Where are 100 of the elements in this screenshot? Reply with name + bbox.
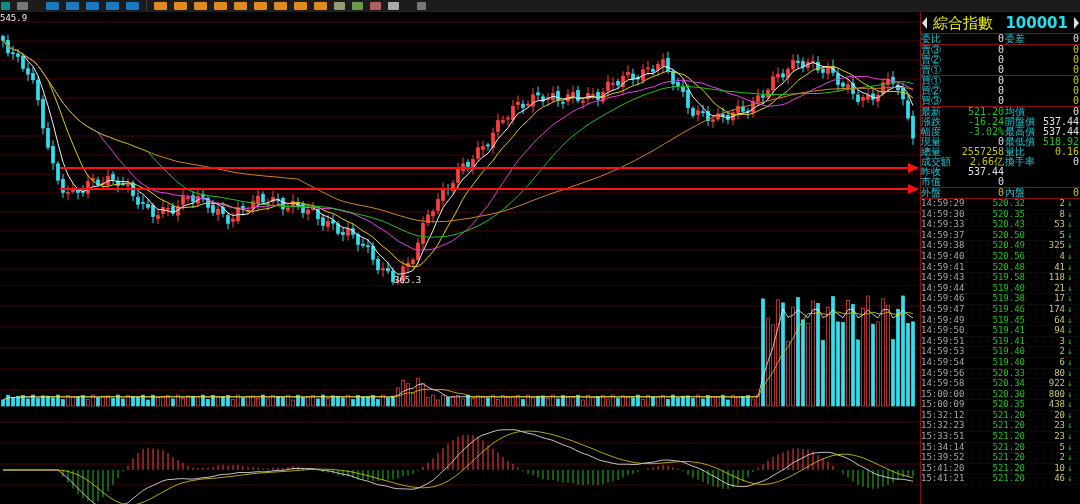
quote-label: 開盤價 bbox=[1005, 117, 1036, 127]
quote-value: 0 bbox=[1071, 76, 1079, 86]
index-name: 綜合指數 bbox=[933, 13, 993, 32]
quote-value: 0 bbox=[1071, 55, 1079, 65]
trade-time: 15:00:09 bbox=[921, 400, 966, 410]
trade-price: 520.48 bbox=[991, 262, 1025, 273]
toolbar-button[interactable] bbox=[66, 1, 79, 10]
trade-direction: ↓ bbox=[1066, 347, 1074, 357]
trade-time: 15:41:20 bbox=[921, 463, 966, 474]
quote-label: 內盤 bbox=[1005, 188, 1026, 198]
quote-label: 現量 bbox=[921, 137, 942, 147]
toolbar-button[interactable] bbox=[194, 1, 207, 10]
trade-time: 14:59:51 bbox=[921, 336, 966, 347]
toolbar-button[interactable] bbox=[214, 1, 227, 10]
trade-volume: 5 bbox=[1058, 230, 1065, 241]
quote-value: 0 bbox=[996, 55, 1004, 65]
quote-value: 0 bbox=[996, 65, 1004, 75]
trade-time: 14:59:43 bbox=[921, 273, 966, 283]
trade-volume: 8 bbox=[1058, 209, 1065, 220]
quote-value: 0 bbox=[996, 76, 1004, 86]
trade-price: 521.20 bbox=[991, 453, 1025, 463]
trade-price: 520.50 bbox=[991, 230, 1025, 241]
trade-direction: ↓ bbox=[1066, 389, 1074, 400]
quote-value: 0 bbox=[996, 34, 1004, 44]
quote-label: 幅度 bbox=[921, 127, 942, 137]
trade-volume: 438 bbox=[1047, 400, 1065, 410]
trade-direction: ↓ bbox=[1066, 294, 1074, 304]
toolbar-button[interactable] bbox=[370, 1, 381, 10]
toolbar-button[interactable] bbox=[1, 1, 10, 10]
quote-label: 換手率 bbox=[1005, 157, 1036, 167]
toolbar-button[interactable] bbox=[174, 1, 187, 10]
trade-direction: ↓ bbox=[1066, 463, 1074, 474]
trade-time: 14:59:37 bbox=[921, 230, 966, 241]
quote-value: 521.20 bbox=[966, 107, 1004, 117]
toolbar-button[interactable] bbox=[234, 1, 247, 10]
toolbar-button[interactable] bbox=[314, 1, 327, 10]
quote-value: 0 bbox=[1071, 188, 1079, 198]
trade-direction: ↓ bbox=[1066, 209, 1074, 220]
high-price-label: 545.9 bbox=[0, 13, 28, 23]
trade-volume: 118 bbox=[1047, 273, 1065, 283]
trade-time: 14:59:50 bbox=[921, 326, 966, 336]
trade-volume: 64 bbox=[1053, 315, 1065, 326]
toolbar-button[interactable] bbox=[294, 1, 307, 10]
toolbar-button[interactable] bbox=[126, 1, 139, 10]
trade-volume: 922 bbox=[1047, 379, 1065, 389]
toolbar-button[interactable] bbox=[86, 1, 99, 10]
quote-value: 0 bbox=[996, 177, 1004, 187]
trade-price: 520.34 bbox=[991, 379, 1025, 389]
quote-value: 0 bbox=[1071, 157, 1079, 167]
trade-time: 15:32:12 bbox=[921, 410, 966, 421]
toolbar-button[interactable] bbox=[254, 1, 267, 10]
trade-price: 519.45 bbox=[991, 315, 1025, 326]
toolbar-button[interactable] bbox=[46, 1, 59, 10]
trade-volume: 3 bbox=[1058, 336, 1065, 347]
low-price-label: 365.3 bbox=[394, 275, 422, 285]
toolbar-button[interactable] bbox=[334, 1, 345, 10]
toolbar-button[interactable] bbox=[388, 1, 399, 10]
quote-label: 量比 bbox=[1005, 147, 1025, 157]
quote-value: 0 bbox=[996, 86, 1004, 96]
trade-time: 14:59:33 bbox=[921, 220, 966, 230]
trade-price: 520.30 bbox=[991, 389, 1025, 400]
toolbar-button[interactable] bbox=[352, 1, 363, 10]
quote-value: 0 bbox=[1071, 45, 1079, 55]
quote-label: 最新 bbox=[921, 107, 942, 117]
quote-label: 漲跌 bbox=[921, 117, 942, 127]
quote-label: 昨收 bbox=[921, 167, 941, 177]
previous-arrow-icon[interactable] bbox=[922, 16, 927, 29]
trade-time: 15:00:00 bbox=[921, 389, 966, 400]
toolbar-button[interactable] bbox=[17, 1, 28, 10]
toolbar-button[interactable] bbox=[154, 1, 167, 10]
index-code: 100001 bbox=[1005, 13, 1068, 32]
quote-label: 賣② bbox=[921, 55, 942, 65]
trade-price: 519.40 bbox=[991, 283, 1025, 294]
trade-volume: 2 bbox=[1058, 453, 1065, 463]
quote-value: 0 bbox=[996, 188, 1004, 198]
trade-time: 14:59:41 bbox=[921, 262, 966, 273]
trade-price: 520.33 bbox=[991, 368, 1025, 379]
trade-time: 14:59:49 bbox=[921, 315, 966, 326]
trade-price: 520.49 bbox=[991, 241, 1025, 251]
trade-time: 14:59:40 bbox=[921, 251, 966, 262]
trade-price: 521.20 bbox=[991, 474, 1025, 485]
toolbar-button[interactable] bbox=[417, 1, 426, 10]
toolbar-button[interactable] bbox=[274, 1, 287, 10]
trade-volume: 80 bbox=[1053, 368, 1065, 379]
quote-label: 成交額 bbox=[921, 157, 952, 167]
trade-price: 519.40 bbox=[991, 357, 1025, 368]
trade-price: 521.20 bbox=[991, 463, 1025, 474]
trade-time: 14:59:38 bbox=[921, 241, 966, 251]
trade-time: 14:59:56 bbox=[921, 368, 966, 379]
trade-volume: 2 bbox=[1058, 199, 1065, 209]
trade-volume: 10 bbox=[1053, 463, 1065, 474]
trade-price: 521.20 bbox=[991, 410, 1025, 421]
trade-volume: 21 bbox=[1053, 283, 1065, 294]
quote-value: 0 bbox=[996, 137, 1004, 147]
trade-time: 14:59:53 bbox=[921, 347, 966, 357]
toolbar-button[interactable] bbox=[106, 1, 119, 10]
trade-price: 519.58 bbox=[991, 273, 1025, 283]
trade-time: 14:59:44 bbox=[921, 283, 966, 294]
trade-volume: 46 bbox=[1053, 474, 1065, 485]
next-arrow-icon[interactable] bbox=[1074, 16, 1079, 29]
